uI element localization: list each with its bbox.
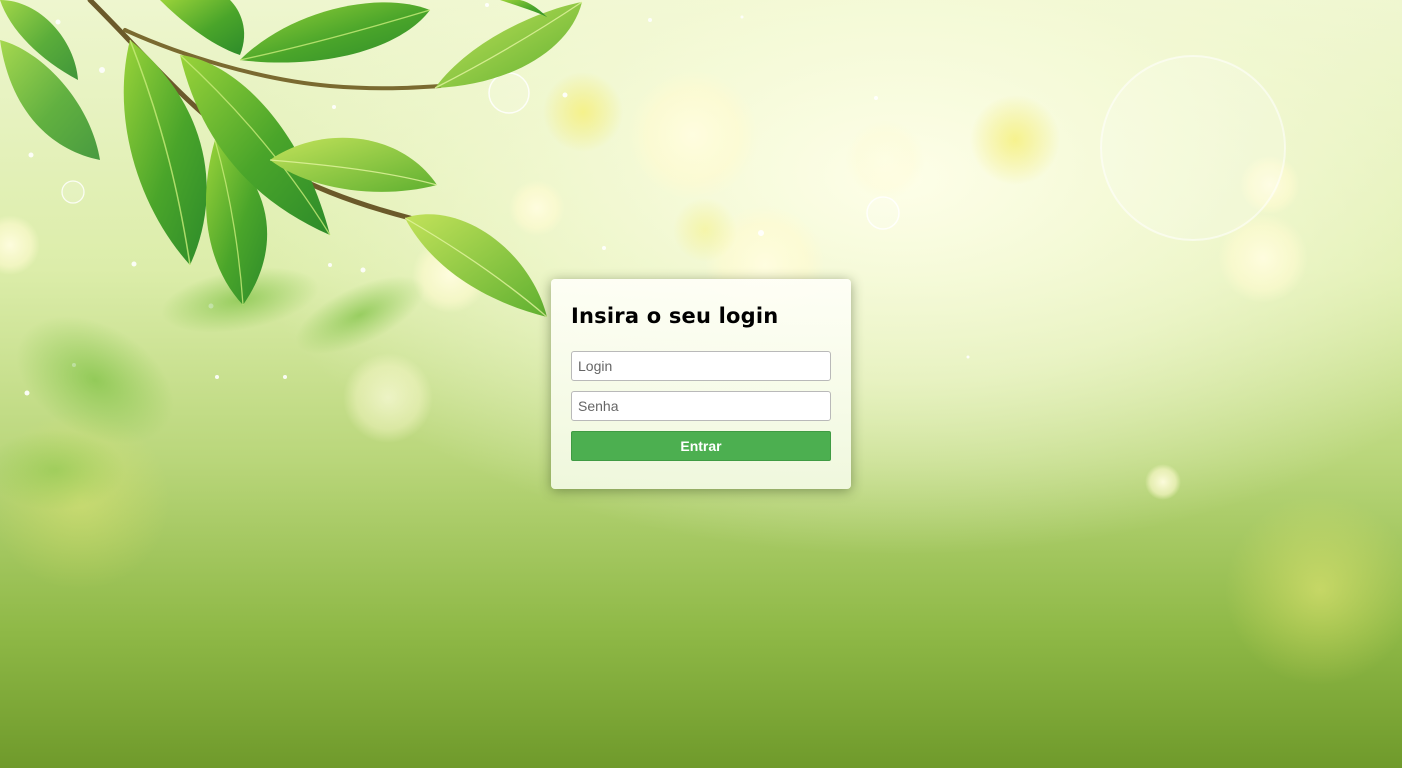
login-submit-button[interactable]: Entrar <box>571 431 831 461</box>
login-form: Insira o seu login Entrar <box>551 279 851 489</box>
password-input[interactable] <box>571 391 831 421</box>
login-input[interactable] <box>571 351 831 381</box>
login-title: Insira o seu login <box>571 304 779 328</box>
